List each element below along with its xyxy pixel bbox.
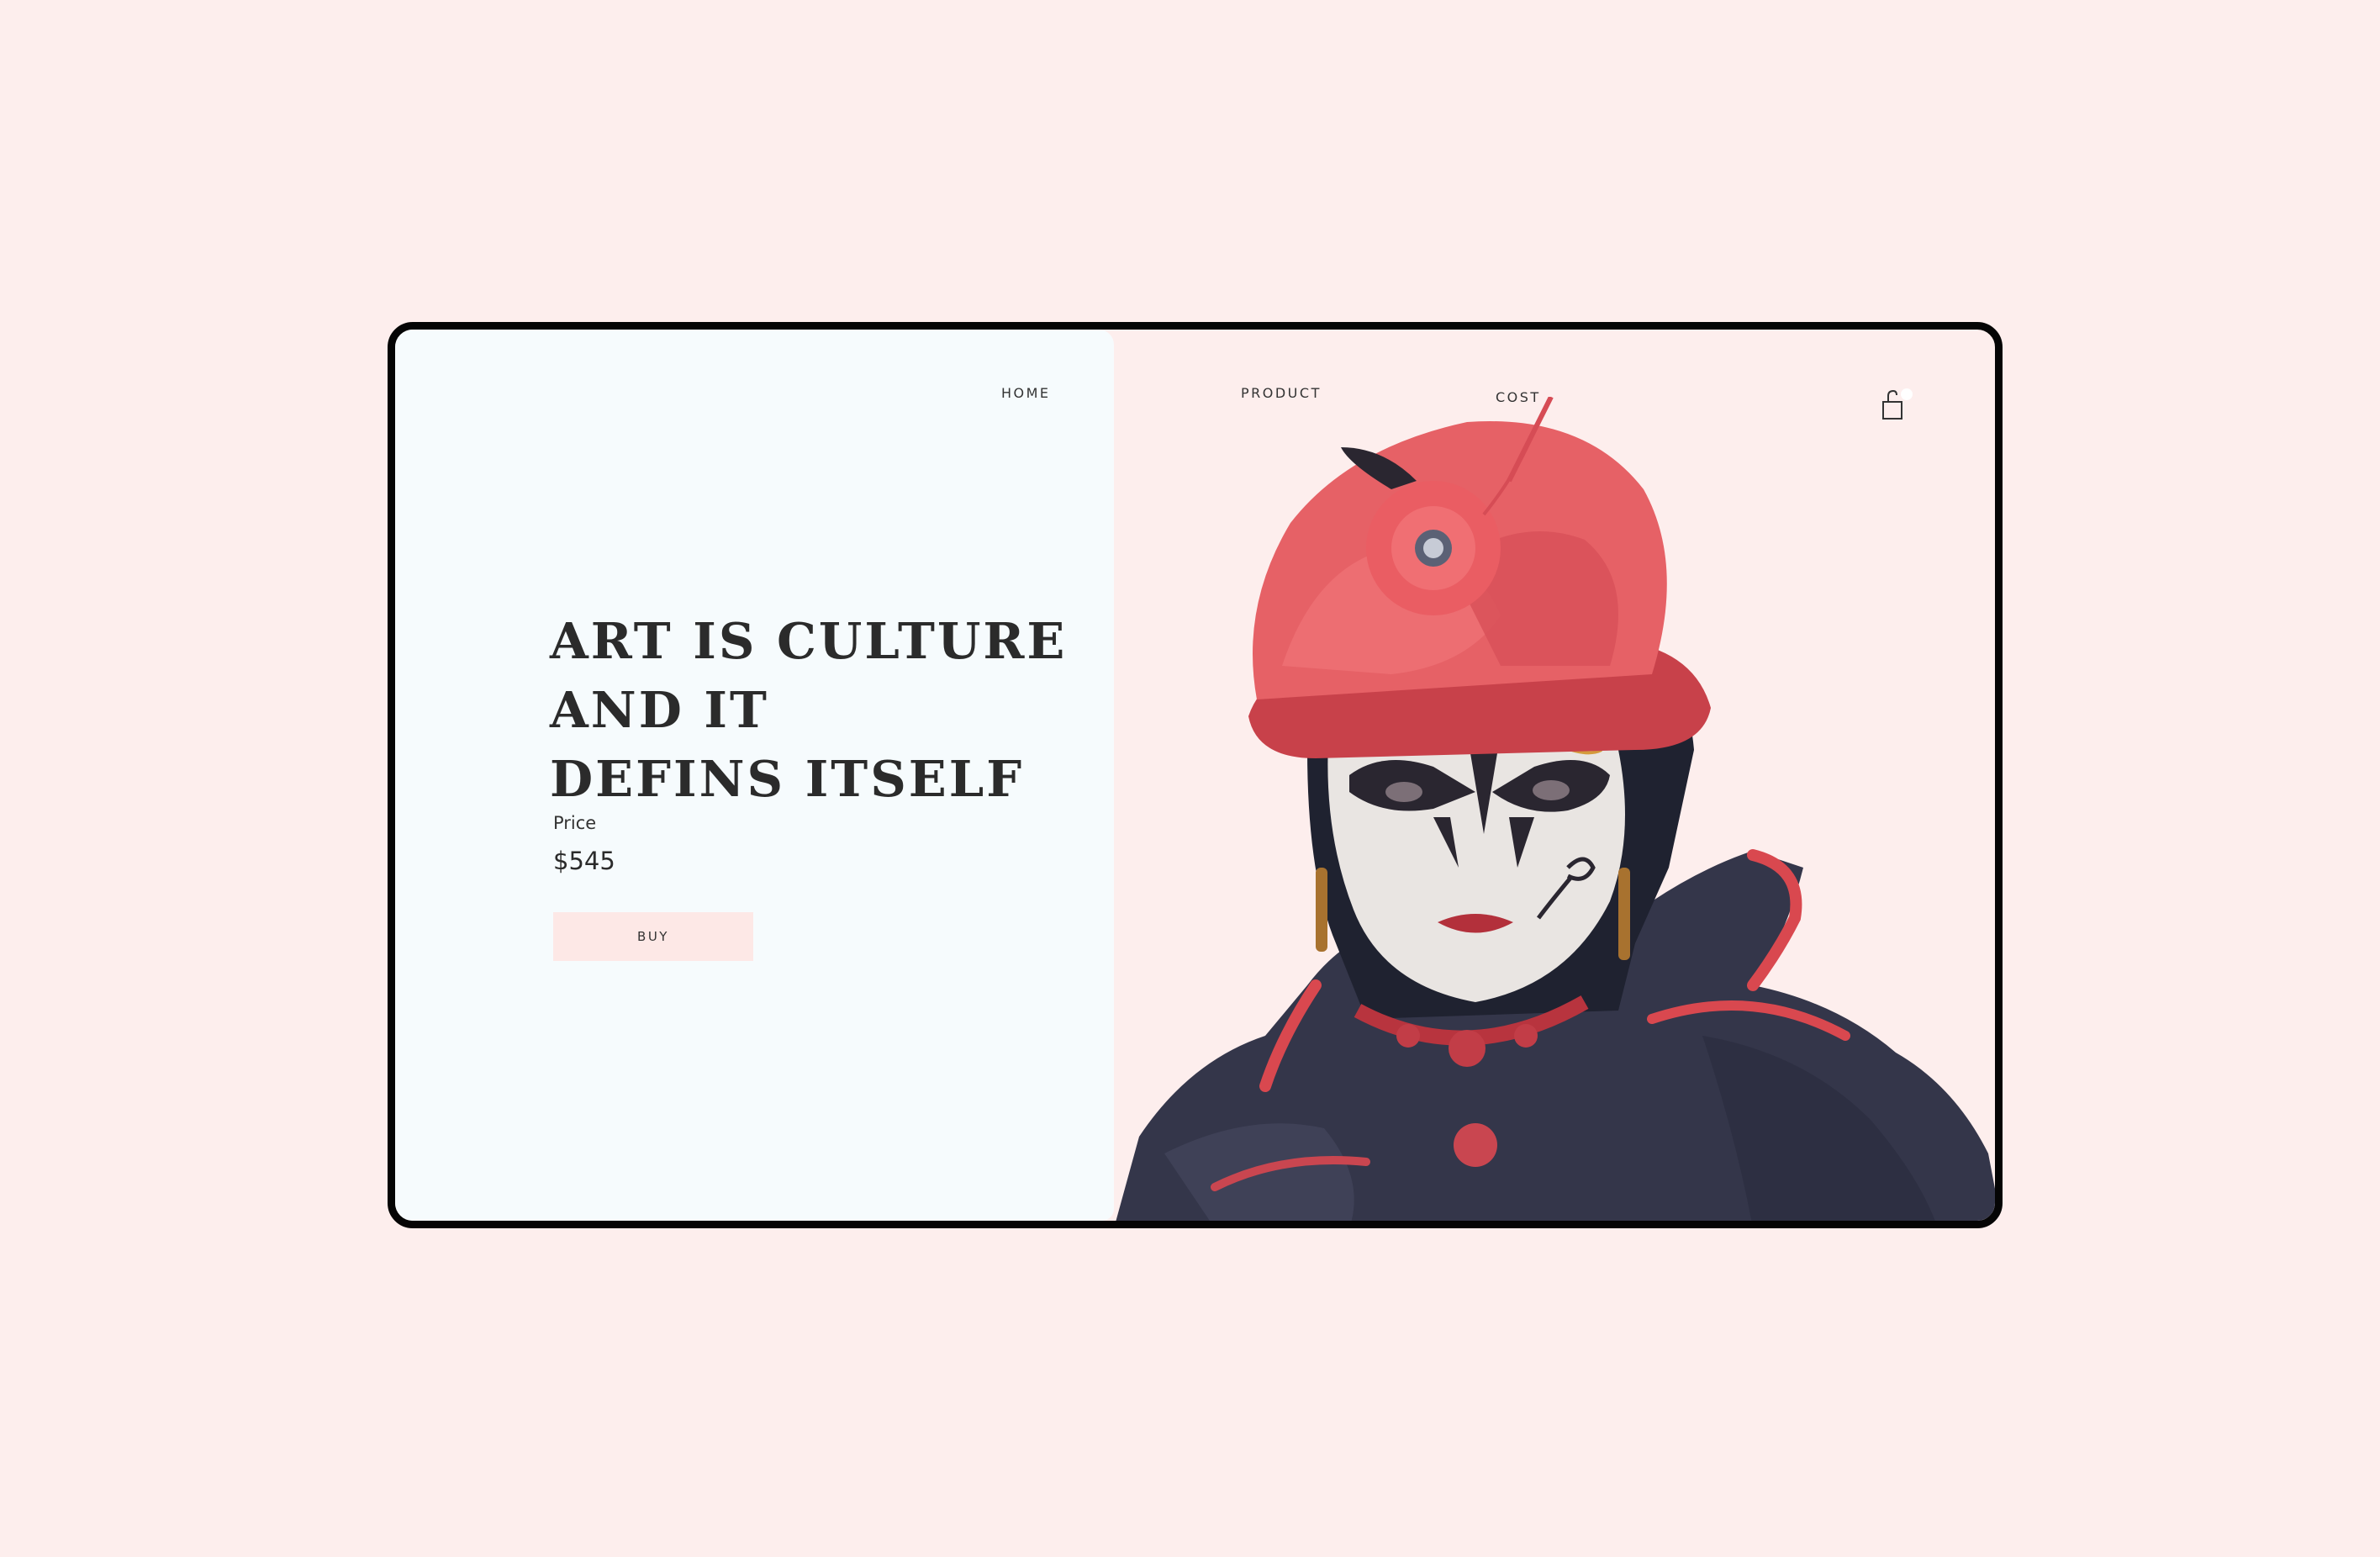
- headline-line: ART IS CULTURE: [550, 612, 1068, 670]
- nav-cost[interactable]: COST: [1496, 389, 1541, 405]
- hero-headline: ART IS CULTURE AND IT DEFINS ITSELF: [550, 607, 1088, 814]
- headline-line: DEFINS ITSELF: [550, 750, 1025, 808]
- nav-home[interactable]: HOME: [1001, 385, 1051, 401]
- browser-frame: HOME PRODUCT COST ART IS CULTURE AND IT …: [388, 322, 2003, 1228]
- buy-button[interactable]: BUY: [553, 912, 753, 961]
- shopping-bag-icon: [1882, 388, 1913, 420]
- price-value: $545: [553, 847, 615, 875]
- nav-product[interactable]: PRODUCT: [1241, 385, 1322, 401]
- headline-line: AND IT: [550, 681, 769, 739]
- hero-image-masked-figure: [1116, 397, 1995, 1221]
- cart-button[interactable]: [1879, 388, 1913, 422]
- price-label: Price: [553, 813, 597, 833]
